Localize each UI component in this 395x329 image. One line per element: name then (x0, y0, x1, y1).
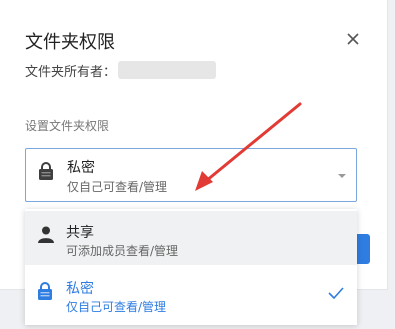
permission-dropdown: 共享 可添加成员查看/管理 私密 仅自己可查看/管理 (25, 209, 357, 325)
option-private-label: 私密 (66, 281, 94, 297)
lock-icon (39, 162, 53, 180)
option-share-label: 共享 (66, 225, 94, 241)
lock-icon (38, 282, 52, 300)
dialog-title: 文件夹权限 (25, 32, 115, 53)
close-icon[interactable] (344, 30, 362, 48)
section-label: 设置文件夹权限 (25, 119, 110, 133)
owner-row: 文件夹所有者： (25, 61, 217, 80)
owner-label: 文件夹所有者： (25, 64, 117, 80)
option-share-desc: 可添加成员查看/管理 (66, 244, 179, 258)
option-private[interactable]: 私密 仅自己可查看/管理 (25, 267, 357, 321)
person-icon (38, 226, 54, 243)
option-private-desc: 仅自己可查看/管理 (66, 300, 167, 314)
owner-name-redacted (118, 61, 217, 79)
checkmark-icon (328, 287, 344, 299)
option-share[interactable]: 共享 可添加成员查看/管理 (25, 211, 357, 265)
confirm-button[interactable] (356, 234, 370, 264)
select-value-desc: 仅自己可查看/管理 (67, 180, 168, 194)
chevron-down-icon (338, 174, 346, 178)
select-value: 私密 (67, 160, 95, 176)
permission-select[interactable]: 私密 仅自己可查看/管理 (25, 148, 357, 202)
